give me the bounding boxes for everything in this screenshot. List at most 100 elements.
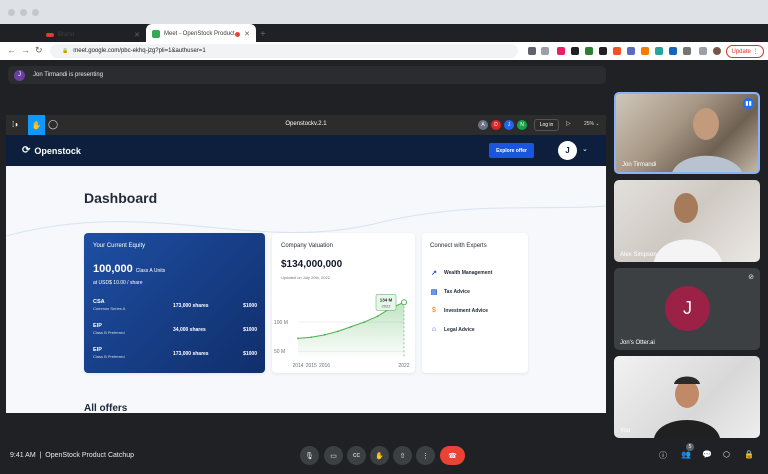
tab-title: Meet - OpenStock Product <box>164 31 235 37</box>
meeting-info: 9:41 AM | OpenStock Product Catchup <box>10 452 134 459</box>
close-icon[interactable]: ✕ <box>134 31 140 39</box>
x-tick-label: 2022 <box>398 363 409 369</box>
participant-tile[interactable]: ⊘ J Jon's Otter.ai <box>614 268 760 350</box>
info-icon[interactable]: ⓘ <box>659 450 667 461</box>
profile-avatar[interactable] <box>713 47 721 55</box>
new-tab-button[interactable]: + <box>260 29 266 40</box>
extension-icon[interactable] <box>571 47 579 55</box>
camera-icon: ▭ <box>330 452 337 460</box>
presenting-text: Jon Tirmandi is presenting <box>33 72 104 78</box>
hang-up-icon: ☎ <box>448 452 457 460</box>
reload-icon[interactable]: ↻ <box>35 45 43 56</box>
chart-data-point <box>297 337 299 340</box>
microphone-button[interactable]: 🎙 <box>300 446 319 465</box>
expert-item-legal[interactable]: ⌂ Legal Advice <box>430 326 475 333</box>
extension-icon[interactable] <box>669 47 677 55</box>
camera-button[interactable]: ▭ <box>324 446 343 465</box>
chart-data-point <box>336 330 339 333</box>
separator: | <box>39 452 42 459</box>
x-tick-label: 2014 <box>292 363 303 369</box>
camera-extension-icon[interactable] <box>528 47 536 55</box>
clipboard-icon: ▤ <box>430 289 438 296</box>
close-window-button[interactable] <box>8 9 15 16</box>
extension-icon[interactable] <box>557 47 565 55</box>
captions-button[interactable]: cc <box>347 446 366 465</box>
clock-text: 9:41 AM <box>10 452 36 459</box>
chat-icon[interactable]: 💬 <box>702 450 712 459</box>
extension-icon[interactable] <box>585 47 593 55</box>
participant-name: Jon Tirmandi <box>622 162 657 168</box>
valuation-title: Company Valuation <box>281 243 333 249</box>
participant-avatar: J <box>665 286 710 331</box>
openstock-logo[interactable]: ⟳ Openstock <box>22 145 81 156</box>
extension-icon[interactable] <box>641 47 649 55</box>
chart-data-point <box>350 325 352 328</box>
url-text: meet.google.com/pbc-ekhq-jzg?pli=1&authu… <box>73 48 206 54</box>
valuation-card: Company Valuation $134,000,000 Updated o… <box>272 233 415 373</box>
all-offers-heading: All offers <box>84 403 128 413</box>
page-title: Dashboard <box>84 190 158 206</box>
mic-icon: 🎙 <box>305 452 314 460</box>
recording-indicator-icon <box>235 31 240 37</box>
user-avatar[interactable]: J <box>558 141 577 160</box>
participant-tile[interactable]: Alex Simpson <box>614 180 760 262</box>
explore-offer-button[interactable]: Explore offer <box>489 143 534 158</box>
zoom-level[interactable]: 25% ⌄ <box>584 121 600 127</box>
login-button[interactable]: Log in <box>534 119 559 131</box>
extension-icon[interactable] <box>599 47 607 55</box>
trend-up-icon: ↗ <box>431 270 437 277</box>
puzzle-icon[interactable] <box>683 47 691 55</box>
play-icon[interactable]: ▷ <box>566 120 571 127</box>
extension-icon[interactable] <box>627 47 635 55</box>
forward-icon[interactable]: → <box>21 45 30 55</box>
expert-item-investment[interactable]: $ Investment Advice <box>430 307 488 314</box>
extension-icon[interactable] <box>613 47 621 55</box>
back-icon[interactable]: ← <box>7 45 16 55</box>
chevron-down-icon[interactable]: ⌄ <box>582 145 588 153</box>
collaborator-avatar: N <box>517 120 527 130</box>
valuation-chart: 100 M50 M134 M20222014 2015 2016 2022 <box>274 294 410 369</box>
equity-row[interactable]: EIP Class B Preferred 34,000 shares $100… <box>93 323 257 343</box>
participant-tile[interactable]: ▮▮ Jon Tirmandi <box>614 92 760 174</box>
meeting-title: OpenStock Product Catchup <box>45 452 135 459</box>
valuation-amount: $134,000,000 <box>281 259 343 270</box>
participant-tile[interactable]: You <box>614 356 760 438</box>
present-button[interactable]: ⇧ <box>393 446 412 465</box>
equity-row[interactable]: CSA Common Series A 173,000 shares $1000 <box>93 299 257 319</box>
more-options-button[interactable]: ⋮ <box>416 446 435 465</box>
sidebar-icon[interactable] <box>699 47 707 55</box>
browser-toolbar: ← → ↻ 🔒 meet.google.com/pbc-ekhq-jzg?pli… <box>0 42 768 60</box>
brand-favicon-icon <box>46 33 54 37</box>
raise-hand-button[interactable]: ✋ <box>370 446 389 465</box>
minimize-window-button[interactable] <box>20 9 27 16</box>
expert-item-tax[interactable]: ▤ Tax Advice <box>430 288 470 296</box>
lock-icon[interactable]: 🔒 <box>744 450 754 459</box>
equity-row[interactable]: EIP Class B Preferred 173,000 shares $10… <box>93 347 257 367</box>
highlight-value-label: 134 M <box>380 297 393 302</box>
people-icon[interactable]: 👥 <box>681 450 691 459</box>
presenter-avatar: J <box>14 69 25 81</box>
equity-title: Your Current Equity <box>93 243 146 249</box>
maximize-window-button[interactable] <box>32 9 39 16</box>
equity-amount: 100,000 Class A Units <box>93 263 166 275</box>
figma-toolbar: ⁞◗ ✋ ◯ Openstockv.2.1 A D J N Log in ▷ 2… <box>6 115 606 135</box>
collaborator-avatar: A <box>478 120 488 130</box>
y-tick-label: 100 M <box>274 320 288 326</box>
equity-price: at USD$ 10.00 / share <box>93 280 143 286</box>
hand-icon: ✋ <box>375 452 384 460</box>
extension-icon[interactable] <box>655 47 663 55</box>
end-call-button[interactable]: ☎ <box>440 446 465 465</box>
openstock-mark-icon: ⟳ <box>22 145 31 156</box>
brand-name: Openstock <box>34 145 81 156</box>
update-button[interactable]: Update ⋮ <box>726 45 764 58</box>
address-bar[interactable]: 🔒 meet.google.com/pbc-ekhq-jzg?pli=1&aut… <box>50 44 518 58</box>
tab-meet[interactable]: Meet - OpenStock Product ✕ <box>146 24 256 44</box>
star-icon[interactable] <box>541 47 549 55</box>
tab-title: Brand <box>58 32 75 38</box>
experts-card: Connect with Experts ↗ Wealth Management… <box>422 233 528 373</box>
close-icon[interactable]: ✕ <box>244 30 250 38</box>
activities-icon[interactable]: ⬡ <box>723 450 730 459</box>
openstock-header: ⟳ Openstock Explore offer J ⌄ <box>6 135 606 166</box>
collaborator-avatar: J <box>504 120 514 130</box>
expert-item-wealth[interactable]: ↗ Wealth Management <box>430 269 492 277</box>
